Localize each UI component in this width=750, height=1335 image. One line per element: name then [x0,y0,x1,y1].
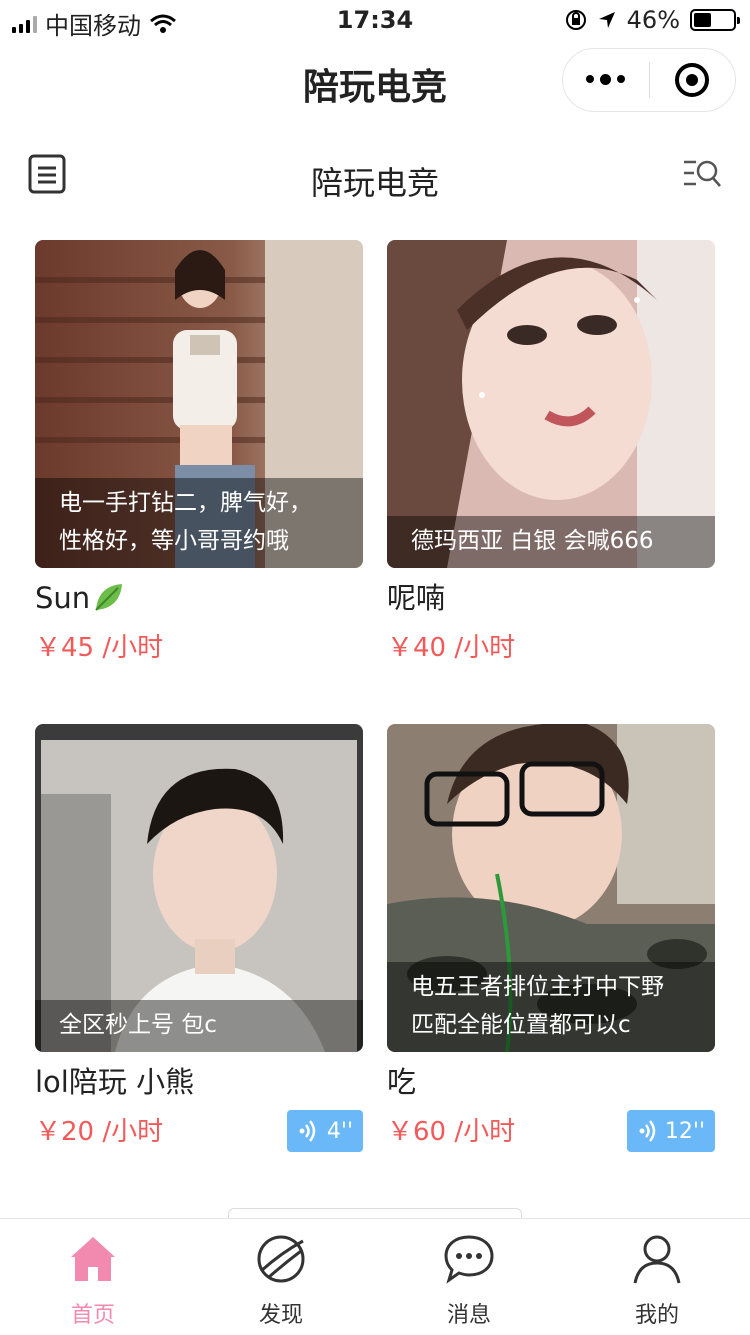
chat-bubble-icon [444,1235,494,1284]
voice-intro-button[interactable]: 4'' [287,1110,363,1152]
caption-line: 性格好，等小哥哥约哦 [59,528,289,554]
player-caption: 电一手打钻二，脾气好， 性格好，等小哥哥约哦 [35,478,363,568]
tab-label: 我的 [634,1303,679,1328]
player-caption: 德玛西亚 白银 会喊666 [387,516,715,568]
tab-label: 消息 [446,1303,491,1328]
page-header: 陪玩电竞 [0,140,750,210]
player-card[interactable]: 全区秒上号 包c lol陪玩 小熊 ￥20 /小时 4'' [35,724,363,1152]
player-price: ￥40 /小时 [387,633,516,663]
caption-line: 电一手打钻二，脾气好， [59,490,312,516]
player-photo[interactable]: 电五王者排位主打中下野 匹配全能位置都可以c [387,724,715,1052]
planet-icon [257,1235,305,1283]
player-name: 呢喃 [387,581,446,615]
capsule-menu [562,48,736,112]
voice-intro-button[interactable]: 12'' [627,1110,715,1152]
tab-label: 首页 [70,1303,115,1328]
player-name: Sun [35,578,363,618]
caption-line: 德玛西亚 白银 会喊666 [411,528,654,554]
player-photo[interactable]: 德玛西亚 白银 会喊666 [387,240,715,568]
voice-duration: 4'' [326,1118,353,1144]
tab-bar: 首页 发现 消息 我的 [0,1218,750,1334]
close-button[interactable] [650,63,736,97]
more-button[interactable] [563,74,649,85]
target-icon [675,63,710,97]
caption-line: 全区秒上号 包c [59,1012,217,1038]
player-price: ￥45 /小时 [35,633,164,663]
tab-me[interactable]: 我的 [577,1219,737,1335]
player-card[interactable]: 电一手打钻二，脾气好， 性格好，等小哥哥约哦 Sun ￥45 /小时 [35,240,363,668]
player-caption: 全区秒上号 包c [35,1000,363,1052]
player-name: 吃 [387,1065,417,1099]
orientation-lock-icon [565,10,586,30]
player-name: lol陪玩 小熊 [35,1065,195,1099]
voice-duration: 12'' [664,1118,705,1144]
location-arrow-icon [598,12,615,28]
caption-line: 电五王者排位主打中下野 [411,974,664,1000]
voice-wave-icon [639,1120,656,1142]
battery-percent: 46% [626,6,680,34]
caption-line: 匹配全能位置都可以c [411,1012,631,1038]
player-card[interactable]: 电五王者排位主打中下野 匹配全能位置都可以c 吃 ￥60 /小时 12'' [387,724,715,1152]
status-right: 46% [565,6,740,34]
user-icon [633,1235,681,1284]
tab-label: 发现 [258,1303,303,1328]
player-photo[interactable]: 全区秒上号 包c [35,724,363,1052]
page-title: 陪玩电竞 [310,164,439,202]
player-caption: 电五王者排位主打中下野 匹配全能位置都可以c [387,962,715,1052]
battery-icon [690,9,740,31]
home-icon [71,1237,115,1281]
player-photo[interactable]: 电一手打钻二，脾气好， 性格好，等小哥哥约哦 [35,240,363,568]
navbar: 陪玩电竞 [0,40,750,124]
search-list-icon[interactable] [682,156,722,192]
status-bar: 中国移动 17:34 46% [0,0,750,40]
leaf-icon [95,584,123,611]
player-card[interactable]: 德玛西亚 白银 会喊666 呢喃 ￥40 /小时 [387,240,715,668]
tab-home[interactable]: 首页 [13,1219,173,1335]
tab-discover[interactable]: 发现 [201,1219,361,1335]
voice-wave-icon [299,1120,316,1142]
tab-messages[interactable]: 消息 [389,1219,549,1335]
